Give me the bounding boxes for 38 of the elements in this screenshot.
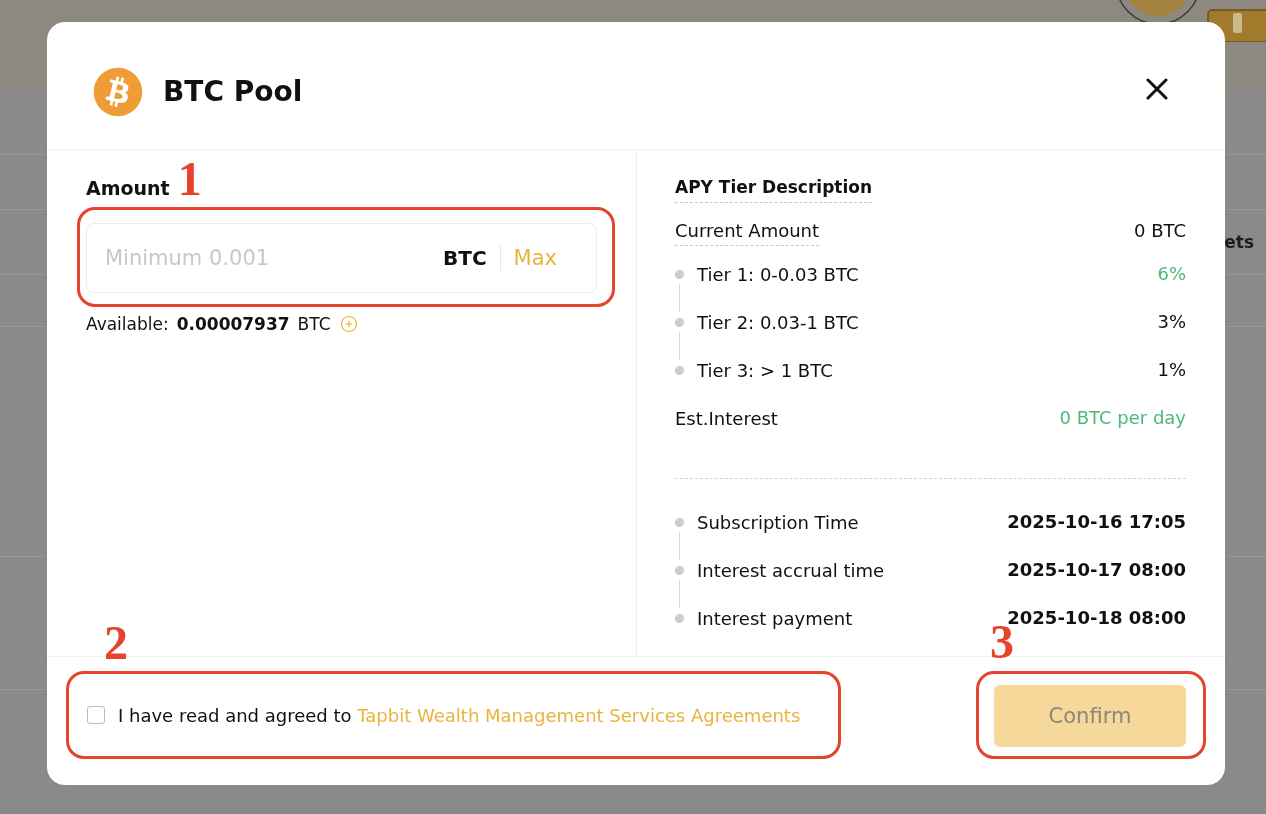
tier-label: Tier 3: > 1 BTC xyxy=(697,359,833,381)
bitcoin-coin-icon xyxy=(93,66,143,117)
unit-label: BTC xyxy=(443,246,487,270)
timeline-dot-icon xyxy=(675,365,684,375)
annotation-number: 1 xyxy=(177,155,202,203)
timeline-dot-icon xyxy=(675,565,684,575)
schedule-time: 2025-10-16 17:05 xyxy=(1007,510,1186,534)
estimate-label: Est.Interest xyxy=(675,407,778,429)
available-label: Available: xyxy=(86,314,169,334)
schedule-time: 2025-10-17 08:00 xyxy=(1007,558,1186,582)
dialog-title: BTC Pool xyxy=(163,75,303,108)
timeline-dot-icon xyxy=(675,613,684,623)
timeline-dot-icon xyxy=(675,317,684,327)
schedule-label: Interest accrual time xyxy=(697,559,885,581)
agreement-checkbox[interactable] xyxy=(87,706,105,724)
section-heading[interactable]: APY Tier Description xyxy=(675,175,873,203)
tier-rate: 3% xyxy=(1157,310,1186,334)
background-label: ets xyxy=(1224,232,1254,252)
estimate-value: 0 BTC per day xyxy=(1059,406,1186,430)
tier-label: Tier 1: 0-0.03 BTC xyxy=(697,263,859,285)
add-funds-icon[interactable] xyxy=(339,315,358,333)
current-amount-value: 0 BTC xyxy=(1133,219,1186,243)
annotation-number: 2 xyxy=(104,619,128,667)
available-unit: BTC xyxy=(297,314,331,334)
timeline-dot-icon xyxy=(675,517,684,527)
amount-label: Amount xyxy=(86,177,170,199)
agreement-text: I have read and agreed to Tapbit Wealth Management Services Agreements xyxy=(118,704,801,726)
schedule-label: Subscription Time xyxy=(697,511,859,533)
timeline-dot-icon xyxy=(675,269,684,279)
schedule-label: Interest payment xyxy=(697,607,853,629)
amount-field[interactable]: Minimum 0.001 BTC Max xyxy=(86,223,597,293)
close-button[interactable] xyxy=(1146,77,1168,100)
available-balance: 0.00007937 xyxy=(176,314,290,334)
current-amount-label[interactable]: Current Amount xyxy=(675,219,820,246)
tier-rate: 6% xyxy=(1157,262,1186,286)
tier-label: Tier 2: 0.03-1 BTC xyxy=(697,311,859,333)
close-icon xyxy=(1146,77,1168,100)
tier-rate: 1% xyxy=(1157,358,1186,382)
